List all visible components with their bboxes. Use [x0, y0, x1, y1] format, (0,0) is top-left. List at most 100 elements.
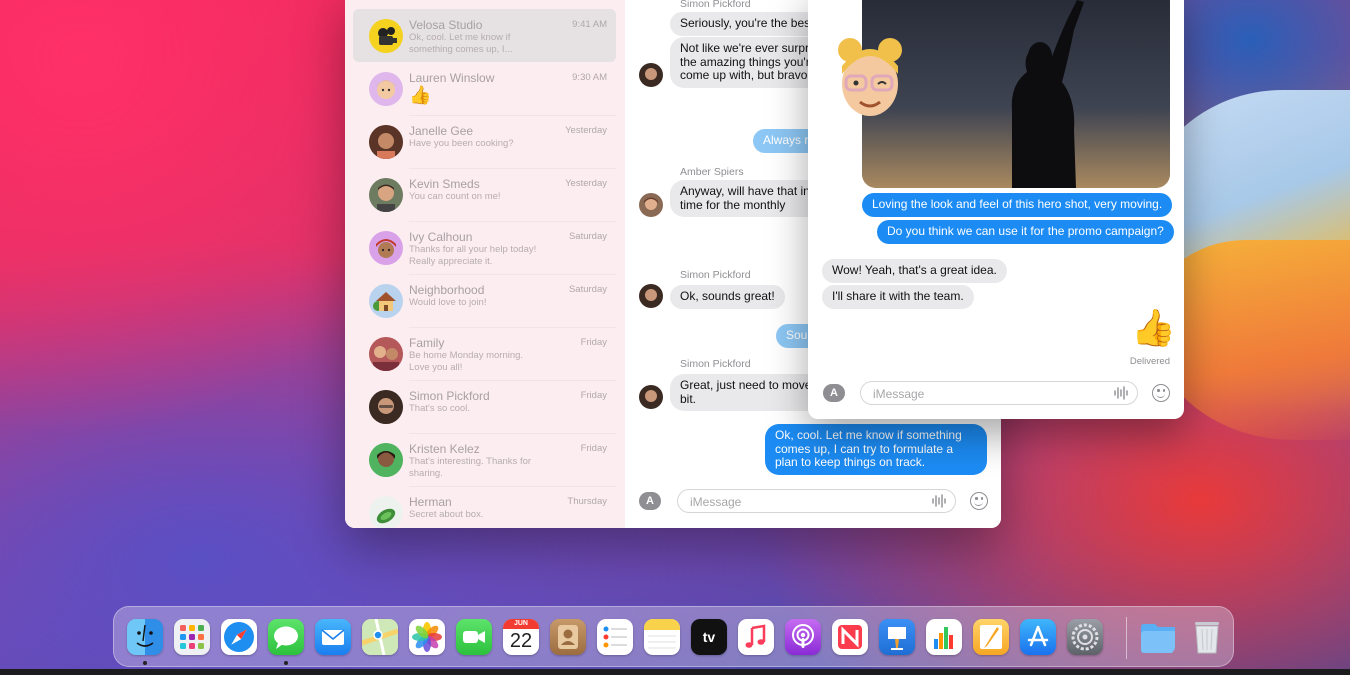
conversation-time: Yesterday: [565, 178, 607, 189]
conversation-name: Kristen Kelez: [409, 442, 480, 456]
avatar: [369, 178, 403, 212]
avatar: [369, 19, 403, 53]
notes-icon[interactable]: [644, 619, 680, 655]
calendar-icon[interactable]: JUN 22: [503, 619, 539, 655]
trash-icon[interactable]: [1192, 619, 1228, 655]
conversation-preview: You can count on me!: [409, 191, 501, 202]
apple-tv-icon[interactable]: tv: [691, 619, 727, 655]
conversation-name: Kevin Smeds: [409, 177, 480, 191]
calendar-month: JUN: [503, 619, 539, 629]
outgoing-message[interactable]: Do you think we can use it for the promo…: [877, 220, 1174, 244]
folder-icon[interactable]: [1139, 619, 1175, 655]
message-composer[interactable]: [677, 489, 956, 513]
outgoing-message[interactable]: Ok, cool. Let me know if something comes…: [765, 424, 987, 475]
dock-separator: [1126, 617, 1127, 659]
music-icon[interactable]: [738, 619, 774, 655]
avatar: [369, 337, 403, 371]
incoming-message[interactable]: Wow! Yeah, that's a great idea.: [822, 259, 1007, 283]
sender-avatar: [639, 63, 663, 87]
podcasts-icon[interactable]: [785, 619, 821, 655]
conversation-ivy-calhoun[interactable]: Ivy Calhoun Saturday Thanks for all your…: [353, 221, 616, 275]
conversation-preview: That's so cool.: [409, 403, 470, 414]
news-icon[interactable]: [832, 619, 868, 655]
conversation-kristen-kelez[interactable]: Kristen Kelez Friday That's interesting.…: [353, 433, 616, 487]
app-store-icon[interactable]: [1020, 619, 1056, 655]
photos-icon[interactable]: [409, 619, 445, 655]
app-store-apps-icon[interactable]: A: [639, 492, 661, 510]
launchpad-icon[interactable]: [174, 619, 210, 655]
avatar: [369, 390, 403, 424]
keynote-icon[interactable]: [879, 619, 915, 655]
conversation-time: Yesterday: [565, 125, 607, 136]
sender-avatar: [639, 284, 663, 308]
avatar: [369, 496, 403, 528]
avatar: [369, 231, 403, 265]
facetime-icon[interactable]: [456, 619, 492, 655]
incoming-message[interactable]: Ok, sounds great!: [670, 285, 785, 309]
avatar: [369, 443, 403, 477]
running-indicator: [143, 661, 147, 665]
maps-icon[interactable]: [362, 619, 398, 655]
conversation-time: Thursday: [567, 496, 607, 507]
conversation-kevin-smeds[interactable]: Kevin Smeds Yesterday You can count on m…: [353, 168, 616, 222]
messages-icon[interactable]: [268, 619, 304, 655]
conversation-time: Friday: [580, 337, 607, 348]
outgoing-message[interactable]: Loving the look and feel of this hero sh…: [862, 193, 1173, 217]
conversation-preview: Ok, cool. Let me know if something comes…: [409, 32, 513, 55]
sender-name: Amber Spiers: [680, 166, 744, 178]
sender-avatar: [639, 385, 663, 409]
sender-avatar: [639, 193, 663, 217]
emoji-icon[interactable]: [970, 492, 988, 510]
message-input[interactable]: [688, 494, 912, 510]
audio-waveform-icon[interactable]: [1113, 386, 1129, 400]
sender-name: Simon Pickford: [680, 0, 751, 10]
reminders-icon[interactable]: [597, 619, 633, 655]
conversation-name: Neighborhood: [409, 283, 485, 297]
contacts-icon[interactable]: [550, 619, 586, 655]
dock: JUN 22 tv: [113, 606, 1234, 667]
conversation-time: Saturday: [568, 231, 607, 242]
avatar: [369, 125, 403, 159]
sender-name: Simon Pickford: [680, 358, 751, 370]
conversation-family[interactable]: Family Friday Be home Monday morning. Lo…: [353, 327, 616, 381]
audio-waveform-icon[interactable]: [931, 494, 947, 508]
conversation-preview: Be home Monday morning. Love you all!: [409, 350, 524, 373]
conversation-time: Friday: [580, 390, 607, 401]
conversation-velosa-studio[interactable]: Velosa Studio 9:41 AM Ok, cool. Let me k…: [353, 9, 616, 62]
conversation-name: Ivy Calhoun: [409, 230, 473, 244]
delivery-status: Delivered: [1129, 356, 1170, 367]
conversation-name: Family: [409, 336, 445, 350]
thumbs-up-reaction[interactable]: 👍: [1131, 308, 1176, 348]
pages-icon[interactable]: [973, 619, 1009, 655]
conversation-lauren-winslow[interactable]: Lauren Winslow 9:30 AM 👍: [353, 62, 616, 116]
conversation-preview: Secret about box.: [409, 509, 484, 520]
emoji-icon[interactable]: [1152, 384, 1170, 402]
avatar: [369, 72, 403, 106]
running-indicator: [284, 661, 288, 665]
conversation-neighborhood[interactable]: Neighborhood Saturday Would love to join…: [353, 274, 616, 328]
message-composer[interactable]: [860, 381, 1138, 405]
conversation-preview: That's interesting. Thanks for sharing.: [409, 456, 532, 479]
conversation-time: 9:30 AM: [572, 72, 607, 83]
finder-icon[interactable]: [127, 619, 163, 655]
app-store-apps-icon[interactable]: A: [823, 384, 845, 402]
conversation-herman[interactable]: Herman Thursday Secret about box.: [353, 486, 616, 528]
conversation-name: Herman: [409, 495, 452, 509]
incoming-message[interactable]: I'll share it with the team.: [822, 285, 974, 309]
shared-photo[interactable]: [862, 0, 1170, 188]
numbers-icon[interactable]: [926, 619, 962, 655]
conversation-time: Friday: [580, 443, 607, 454]
sender-name: Simon Pickford: [680, 269, 751, 281]
conversation-janelle-gee[interactable]: Janelle Gee Yesterday Have you been cook…: [353, 115, 616, 169]
conversation-preview: Thanks for all your help today! Really a…: [409, 244, 537, 267]
conversation-name: Lauren Winslow: [409, 71, 495, 85]
message-input[interactable]: [871, 386, 1095, 402]
mail-icon[interactable]: [315, 619, 351, 655]
safari-icon[interactable]: [221, 619, 257, 655]
conversation-preview: 👍: [409, 85, 432, 105]
conversation-simon-pickford[interactable]: Simon Pickford Friday That's so cool.: [353, 380, 616, 434]
system-preferences-icon[interactable]: [1067, 619, 1103, 655]
conversation-sidebar: Velosa Studio 9:41 AM Ok, cool. Let me k…: [345, 0, 626, 528]
memoji-sticker: [834, 32, 906, 122]
conversation-time: Saturday: [568, 284, 607, 295]
